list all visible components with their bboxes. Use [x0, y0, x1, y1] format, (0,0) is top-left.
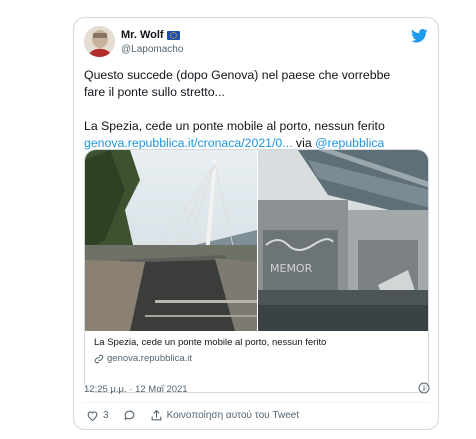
author-display-name[interactable]: Mr. Wolf [121, 29, 180, 41]
link-icon [94, 354, 104, 363]
share-upload-icon [151, 409, 161, 421]
divider [84, 402, 430, 403]
via-text: via [292, 136, 316, 150]
reply-button[interactable] [123, 409, 136, 422]
twitter-bird-icon[interactable] [411, 29, 428, 43]
tweet-text-line: La Spezia, cede un ponte mobile al porto… [84, 119, 385, 133]
tweet-text: Questo succede (dopo Genova) nel paese c… [84, 67, 430, 152]
author-handle[interactable]: @Lapomacho [121, 44, 183, 55]
author-name-text[interactable]: Mr. Wolf [121, 29, 164, 41]
article-link[interactable]: genova.repubblica.it/cronaca/2021/0... [84, 136, 293, 150]
bridge-photo-right: MEMOR [258, 150, 428, 331]
tweet-text-line: Questo succede (dopo Genova) nel paese c… [84, 68, 391, 82]
tweet-timestamp[interactable]: 12:25 μ.μ. · 12 Μαΐ 2021 [84, 384, 188, 395]
tweet-text-line: fare il ponte sullo stretto... [84, 85, 225, 99]
like-count: 3 [103, 410, 109, 421]
embedded-tweet: Mr. Wolf @Lapomacho Questo succede (dopo… [73, 17, 439, 430]
reply-bubble-icon [123, 410, 134, 421]
share-button[interactable]: Κοινοποίηση αυτού του Tweet [150, 409, 300, 422]
link-card-title[interactable]: La Spezia, cede un ponte mobile al porto… [94, 337, 326, 348]
share-label: Κοινοποίηση αυτού του Tweet [166, 410, 300, 421]
heart-icon [87, 411, 98, 422]
info-icon[interactable] [418, 382, 430, 394]
link-preview-card[interactable]: MEMOR La Spezia, cede un ponte mobile al… [84, 149, 429, 393]
link-card-domain: genova.repubblica.it [94, 353, 192, 364]
tweet-actions: 3 Κοινοποίηση αυτού του Tweet [86, 409, 313, 422]
eu-flag-icon [166, 30, 180, 40]
svg-text:MEMOR: MEMOR [270, 262, 313, 275]
link-card-domain-text: genova.repubblica.it [107, 353, 193, 364]
avatar[interactable] [84, 26, 115, 57]
like-button[interactable]: 3 [86, 409, 109, 422]
bridge-photo-left [85, 150, 257, 331]
link-card-images: MEMOR [85, 150, 428, 331]
mention-link[interactable]: @repubblica [315, 136, 384, 150]
